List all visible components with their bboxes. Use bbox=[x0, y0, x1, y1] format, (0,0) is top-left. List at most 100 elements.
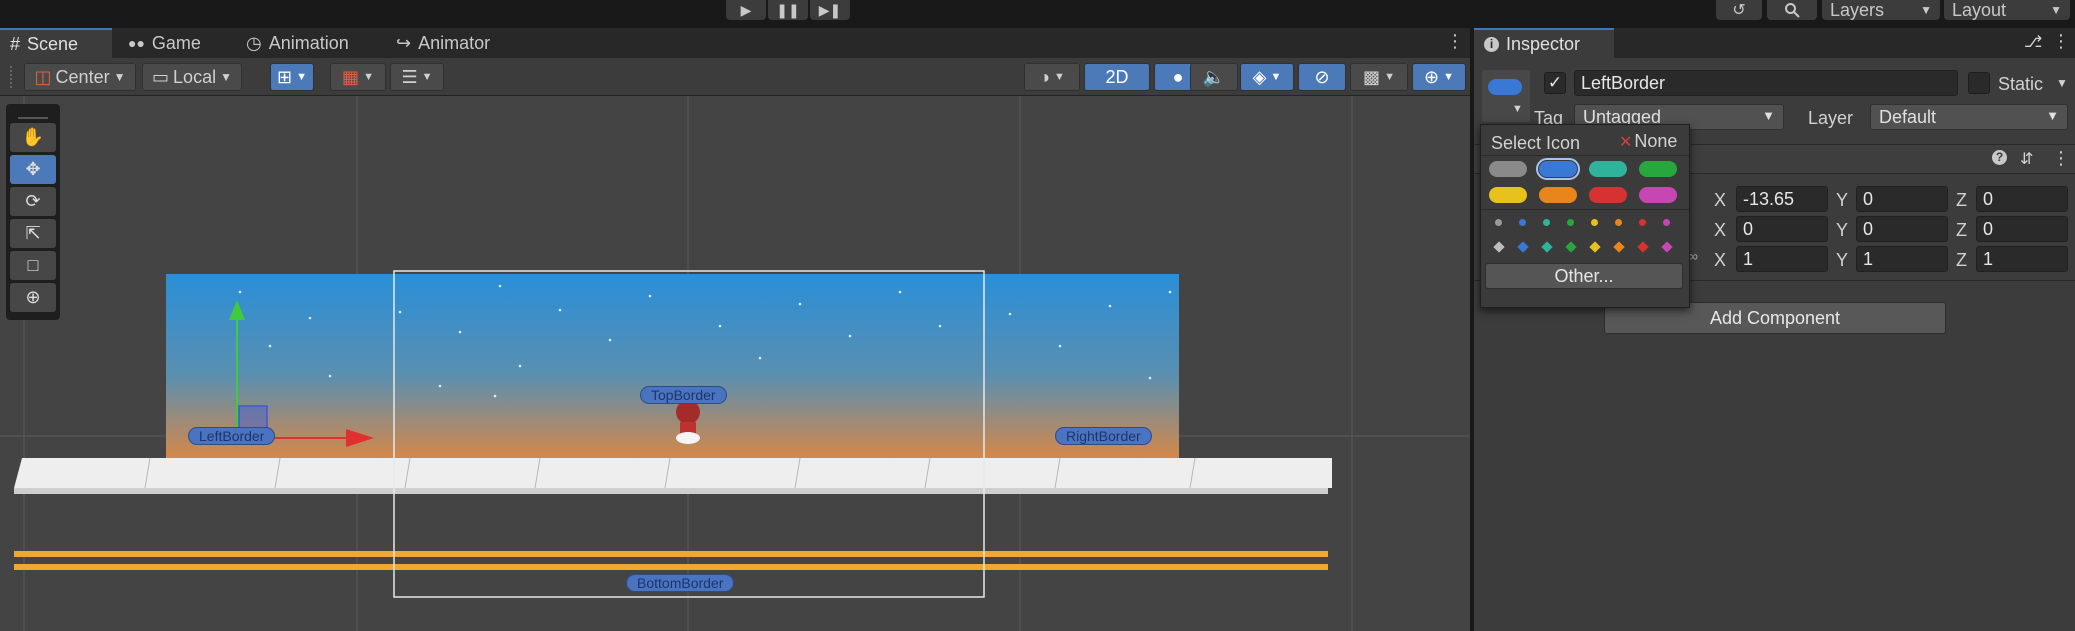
more-options-icon[interactable]: ⋮ bbox=[2052, 31, 2070, 52]
active-checkbox[interactable]: ✓ bbox=[1544, 72, 1566, 94]
move-tool[interactable]: ✥ bbox=[10, 155, 56, 184]
play-button[interactable]: ▶ bbox=[726, 0, 766, 20]
scale-x-field[interactable]: 1 bbox=[1736, 246, 1828, 272]
transform-tool[interactable]: ⊕ bbox=[10, 283, 56, 312]
none-option[interactable]: ✕ None bbox=[1619, 131, 1677, 152]
tab-animator[interactable]: ↪ Animator bbox=[386, 28, 500, 58]
tab-animation[interactable]: ◷ Animation bbox=[236, 28, 359, 58]
dot-green-option[interactable] bbox=[1567, 219, 1574, 226]
rotate-tool[interactable]: ⟳ bbox=[10, 187, 56, 216]
space-label: Local bbox=[173, 66, 217, 87]
dot-blue-option[interactable] bbox=[1519, 219, 1526, 226]
diamond-red-option[interactable] bbox=[1637, 241, 1649, 253]
label-blue-option[interactable] bbox=[1536, 158, 1580, 180]
help-icon[interactable]: ? bbox=[1992, 150, 2007, 165]
rotation-y-field[interactable]: 0 bbox=[1856, 216, 1948, 242]
tab-scene[interactable]: # Scene bbox=[0, 28, 112, 58]
history-button[interactable]: ↺ bbox=[1716, 0, 1762, 20]
scale-tool[interactable]: ⇱ bbox=[10, 219, 56, 248]
toolbar-grip bbox=[10, 66, 14, 88]
scale-x-label: X bbox=[1714, 250, 1727, 270]
diamond-orange-option[interactable] bbox=[1613, 241, 1625, 253]
left-border-label[interactable]: LeftBorder bbox=[188, 427, 276, 445]
presets-icon[interactable]: ⇵ bbox=[2020, 149, 2033, 169]
position-y-field[interactable]: 0 bbox=[1856, 186, 1948, 212]
toggle-2d-button[interactable]: 2D bbox=[1084, 63, 1150, 91]
close-icon: ✕ bbox=[1619, 133, 1633, 151]
label-gray-option[interactable] bbox=[1489, 161, 1527, 177]
chevron-down-icon: ▼ bbox=[363, 71, 374, 83]
pivot-dropdown[interactable]: ◫ Center ▼ bbox=[24, 63, 136, 91]
label-green-option[interactable] bbox=[1639, 161, 1677, 177]
gizmos-dropdown[interactable]: ⊕ ▼ bbox=[1412, 63, 1466, 91]
more-options-icon[interactable]: ⋮ bbox=[1446, 31, 1464, 52]
snap-icon: ▦ bbox=[342, 66, 360, 87]
bottom-border-label[interactable]: BottomBorder bbox=[626, 574, 735, 592]
pause-button[interactable]: ❚❚ bbox=[768, 0, 808, 20]
label-yellow-option[interactable] bbox=[1489, 187, 1527, 203]
layer-dropdown[interactable]: Default ▼ bbox=[1870, 104, 2068, 130]
chevron-down-icon: ▼ bbox=[1443, 71, 1454, 83]
other-icon-button[interactable]: Other... bbox=[1485, 263, 1683, 289]
diamond-green-option[interactable] bbox=[1565, 241, 1577, 253]
tab-game[interactable]: ●● Game bbox=[118, 28, 211, 58]
dot-purple-option[interactable] bbox=[1663, 219, 1670, 226]
sky-background bbox=[166, 274, 1179, 458]
dot-yellow-option[interactable] bbox=[1591, 219, 1598, 226]
right-border-label[interactable]: RightBorder bbox=[1055, 427, 1152, 445]
grid-snap-button[interactable]: ⊞ ▼ bbox=[270, 63, 314, 91]
diamond-blue-option[interactable] bbox=[1517, 241, 1529, 253]
diamond-teal-option[interactable] bbox=[1541, 241, 1553, 253]
top-border-label[interactable]: TopBorder bbox=[640, 386, 727, 404]
effects-dropdown[interactable]: ◈ ▼ bbox=[1240, 63, 1294, 91]
scale-z-field[interactable]: 1 bbox=[1976, 246, 2068, 272]
visibility-toggle[interactable]: ⊘ bbox=[1298, 63, 1346, 91]
chevron-down-icon: ▼ bbox=[1920, 3, 1932, 17]
position-z-field[interactable]: 0 bbox=[1976, 186, 2068, 212]
dot-teal-option[interactable] bbox=[1543, 219, 1550, 226]
scene-toolbar: ◫ Center ▼ ▭ Local ▼ ⊞ ▼ ▦ ▼ ☰ ▼ ◑ ▼ 2D … bbox=[0, 58, 1470, 96]
tools-grip[interactable] bbox=[18, 109, 48, 119]
search-button[interactable] bbox=[1767, 0, 1817, 20]
label-orange-option[interactable] bbox=[1539, 187, 1577, 203]
chevron-down-icon: ▼ bbox=[1053, 71, 1065, 83]
dot-gray-option[interactable] bbox=[1495, 219, 1502, 226]
increment-snap-button[interactable]: ▦ ▼ bbox=[330, 63, 386, 91]
rotation-x-field[interactable]: 0 bbox=[1736, 216, 1828, 242]
more-options-icon[interactable]: ⋮ bbox=[2052, 148, 2070, 169]
ruler-button[interactable]: ☰ ▼ bbox=[390, 63, 444, 91]
scene-viewport[interactable]: ✋ ✥ ⟳ ⇱ □ ⊕ TopBorder LeftBorder RightBo… bbox=[0, 96, 1470, 631]
static-checkbox[interactable] bbox=[1968, 72, 1990, 94]
label-red-option[interactable] bbox=[1589, 187, 1627, 203]
diamond-purple-option[interactable] bbox=[1661, 241, 1673, 253]
label-purple-option[interactable] bbox=[1639, 187, 1677, 203]
chevron-down-icon: ▼ bbox=[1270, 71, 1282, 83]
step-button[interactable]: ▶❚ bbox=[810, 0, 850, 20]
diamond-gray-option[interactable] bbox=[1493, 241, 1505, 253]
stripe-top bbox=[14, 551, 1328, 557]
ruler-icon: ☰ bbox=[401, 66, 418, 87]
diamond-yellow-option[interactable] bbox=[1589, 241, 1601, 253]
lock-icon[interactable]: ⎇ bbox=[2024, 32, 2042, 52]
rect-tool[interactable]: □ bbox=[10, 251, 56, 280]
camera-icon: ▩ bbox=[1363, 66, 1381, 87]
layers-dropdown[interactable]: Layers ▼ bbox=[1822, 0, 1940, 20]
camera-dropdown[interactable]: ▩ ▼ bbox=[1350, 63, 1408, 91]
tab-inspector[interactable]: i Inspector bbox=[1474, 28, 1614, 58]
hand-tool[interactable]: ✋ bbox=[10, 123, 56, 152]
dot-red-option[interactable] bbox=[1639, 219, 1646, 226]
chevron-down-icon[interactable]: ▼ bbox=[2056, 76, 2068, 90]
object-name-field[interactable]: LeftBorder bbox=[1574, 70, 1958, 96]
shading-mode-dropdown[interactable]: ◑ ▼ bbox=[1024, 63, 1080, 91]
dot-orange-option[interactable] bbox=[1615, 219, 1622, 226]
label-teal-option[interactable] bbox=[1589, 161, 1627, 177]
space-dropdown[interactable]: ▭ Local ▼ bbox=[142, 63, 242, 91]
scale-y-field[interactable]: 1 bbox=[1856, 246, 1948, 272]
layout-dropdown[interactable]: Layout ▼ bbox=[1944, 0, 2070, 20]
floor-top bbox=[14, 458, 1332, 488]
rotation-z-field[interactable]: 0 bbox=[1976, 216, 2068, 242]
audio-toggle[interactable]: 🔈 bbox=[1190, 63, 1238, 91]
icon-selector-button[interactable]: ▼ bbox=[1482, 70, 1530, 122]
globe-icon: ⊕ bbox=[1424, 66, 1440, 87]
position-x-field[interactable]: -13.65 bbox=[1736, 186, 1828, 212]
